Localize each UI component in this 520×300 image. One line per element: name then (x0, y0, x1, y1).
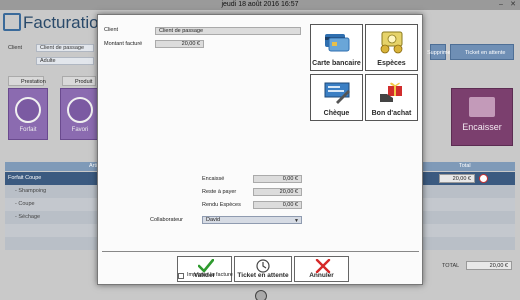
dialog-client-label: Client (104, 27, 119, 33)
credit-card-button[interactable]: Carte bancaire (310, 24, 363, 71)
ticket-waiting-dialog-button[interactable]: Ticket en attente (234, 256, 292, 282)
gift-voucher-icon (380, 82, 402, 102)
cashed-label: Encaissé (202, 176, 225, 182)
home-circle-icon[interactable] (255, 290, 267, 300)
print-invoice-label: Imprimer la facture (187, 272, 233, 278)
cash-button[interactable]: Espèces (365, 24, 418, 71)
cross-icon (315, 259, 331, 273)
validate-button[interactable]: Valider (177, 256, 232, 282)
cashed-field: 0,00 € (253, 175, 302, 183)
cash-icon (380, 31, 403, 54)
print-invoice-checkbox[interactable] (178, 273, 184, 279)
remaining-label: Reste à payer (202, 189, 237, 195)
payment-dialog: Client Client de passage Montant facturé… (97, 14, 423, 285)
divider (102, 251, 419, 252)
amount-field: 20,00 € (155, 40, 204, 48)
dropdown-caret-icon: ▼ (294, 218, 299, 224)
cheque-button[interactable]: Chèque (310, 74, 363, 121)
change-label: Rendu Espèces (202, 202, 241, 208)
staff-label: Collaborateur (150, 217, 184, 223)
change-field: 0,00 € (253, 201, 302, 209)
cancel-button[interactable]: Annuler (294, 256, 349, 282)
clock-icon (256, 259, 270, 273)
remaining-field: 20,00 € (253, 188, 302, 196)
dialog-client-field: Client de passage (155, 27, 301, 35)
gift-voucher-button[interactable]: Bon d'achat (365, 74, 418, 121)
cheque-icon (324, 82, 350, 104)
credit-card-icon (325, 34, 350, 52)
amount-label: Montant facturé (104, 41, 143, 47)
check-icon (198, 259, 214, 273)
staff-select[interactable]: David ▼ (202, 216, 302, 224)
